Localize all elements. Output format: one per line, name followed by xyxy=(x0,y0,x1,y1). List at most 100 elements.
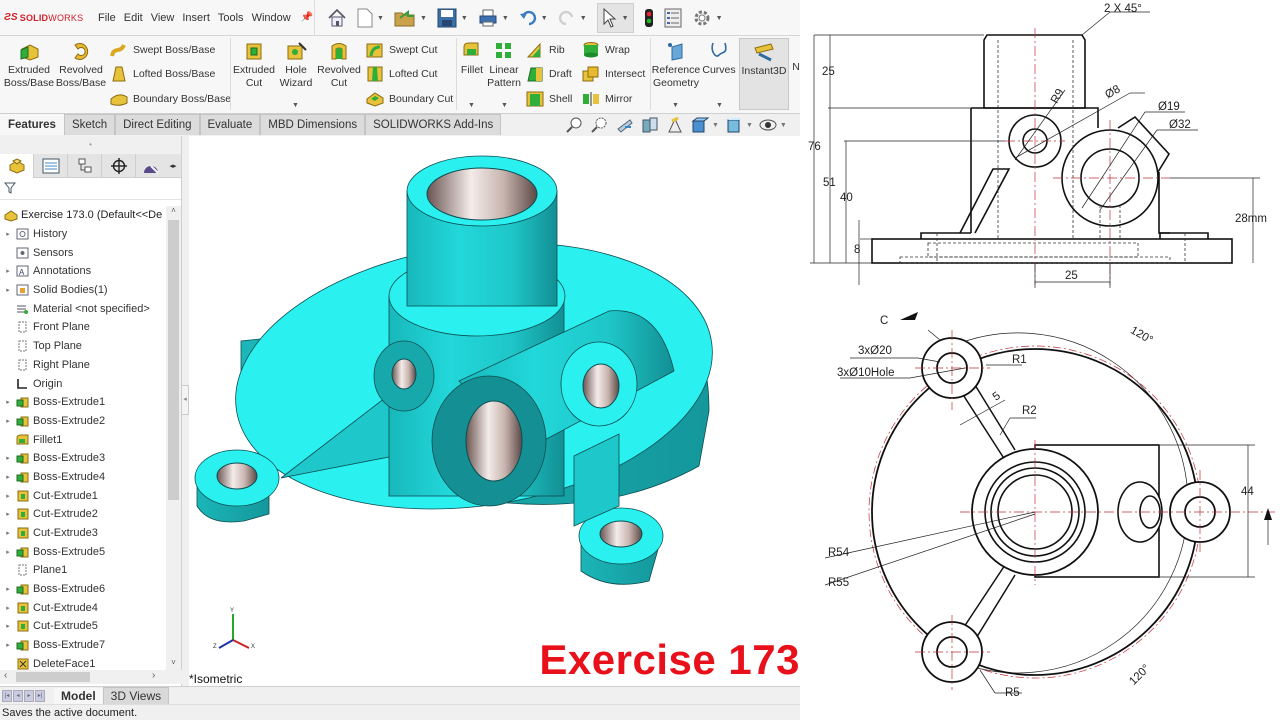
zoom-to-area-icon[interactable] xyxy=(591,117,609,133)
tab-direct-editing[interactable]: Direct Editing xyxy=(115,114,200,135)
redo-button[interactable]: ▼ xyxy=(558,9,587,27)
scroll-up-icon[interactable]: ˄ xyxy=(166,206,181,218)
redo-dropdown-icon[interactable]: ▼ xyxy=(580,15,587,22)
save-button[interactable]: ▼ xyxy=(437,8,468,28)
expand-arrow-icon[interactable]: ▸ xyxy=(0,622,16,630)
solidworks-logo[interactable]: ƧS SOLID WORKS xyxy=(4,12,84,23)
save-dropdown-icon[interactable]: ▼ xyxy=(461,15,468,22)
rib-button[interactable]: Rib xyxy=(526,40,565,60)
menu-file[interactable]: File xyxy=(98,12,116,24)
tree-item-right-plane[interactable]: Right Plane xyxy=(0,356,166,375)
print-button[interactable]: ▼ xyxy=(478,8,509,28)
hole-wizard-dropdown-icon[interactable]: ▼ xyxy=(292,102,299,109)
tab-3d-views[interactable]: 3D Views xyxy=(102,686,170,705)
pin-menu-icon[interactable]: 📌 xyxy=(301,12,313,23)
expand-arrow-icon[interactable]: ▸ xyxy=(0,473,16,481)
shell-button[interactable]: Shell xyxy=(526,89,572,109)
lofted-boss-button[interactable]: Lofted Boss/Base xyxy=(110,64,215,84)
hide-show-items-icon[interactable] xyxy=(759,117,777,133)
fillet-button[interactable]: Fillet xyxy=(458,38,486,77)
scroll-left-icon[interactable]: ‹ xyxy=(4,670,7,681)
tree-item-boss-extrude7[interactable]: ▸ Boss-Extrude7 xyxy=(0,636,166,655)
tree-item-sensors[interactable]: Sensors xyxy=(0,243,166,262)
tab-evaluate[interactable]: Evaluate xyxy=(199,114,261,135)
first-tab-icon[interactable]: |◂ xyxy=(2,689,12,702)
last-tab-icon[interactable]: ▸| xyxy=(35,689,45,702)
dimxpert-manager-tab[interactable] xyxy=(102,154,136,178)
expand-arrow-icon[interactable]: ▸ xyxy=(0,510,16,518)
configuration-manager-tab[interactable] xyxy=(68,154,102,178)
tree-vertical-scrollbar[interactable]: ˄ ˅ xyxy=(166,206,181,670)
print-dropdown-icon[interactable]: ▼ xyxy=(502,15,509,22)
menu-insert[interactable]: Insert xyxy=(182,12,210,24)
previous-view-icon[interactable] xyxy=(616,117,634,133)
tree-root-part[interactable]: Exercise 173.0 (Default<<De xyxy=(0,206,166,225)
undo-dropdown-icon[interactable]: ▼ xyxy=(541,15,548,22)
tab-sketch[interactable]: Sketch xyxy=(63,114,116,135)
expand-arrow-icon[interactable]: ▸ xyxy=(0,585,16,593)
revolved-cut-button[interactable]: Revolved Cut xyxy=(316,38,362,89)
tree-item-cut-extrude2[interactable]: ▸ Cut-Extrude2 xyxy=(0,505,166,524)
intersect-button[interactable]: Intersect xyxy=(582,64,645,84)
display-manager-tab[interactable] xyxy=(136,154,166,178)
expand-arrow-icon[interactable]: ▸ xyxy=(0,454,16,462)
tree-item-cut-extrude5[interactable]: ▸ Cut-Extrude5 xyxy=(0,617,166,636)
tree-item-history[interactable]: ▸ History xyxy=(0,225,166,244)
dynamic-annotation-icon[interactable] xyxy=(666,117,684,133)
feature-manager-tab[interactable] xyxy=(0,154,34,178)
tree-item-boss-extrude5[interactable]: ▸ Boss-Extrude5 xyxy=(0,542,166,561)
hole-wizard-button[interactable]: Hole Wizard xyxy=(276,38,316,89)
tab-features[interactable]: Features xyxy=(0,114,64,135)
part-model-3d[interactable] xyxy=(189,136,800,636)
expand-arrow-icon[interactable]: ▸ xyxy=(0,492,16,500)
tree-item-cut-extrude3[interactable]: ▸ Cut-Extrude3 xyxy=(0,524,166,543)
tree-item-annotations[interactable]: ▸ A Annotations xyxy=(0,262,166,281)
extruded-cut-button[interactable]: Extruded Cut xyxy=(232,38,276,89)
swept-boss-button[interactable]: Swept Boss/Base xyxy=(110,40,215,60)
new-document-button[interactable]: ▼ xyxy=(357,8,384,28)
panel-tab-scroll[interactable]: ◂▸ xyxy=(166,154,180,177)
tree-item-cut-extrude4[interactable]: ▸ Cut-Extrude4 xyxy=(0,598,166,617)
tree-item-plane1[interactable]: Plane1 xyxy=(0,561,166,580)
tree-item-fillet1[interactable]: Fillet1 xyxy=(0,430,166,449)
boundary-cut-button[interactable]: Boundary Cut xyxy=(366,89,453,109)
curves-dropdown-icon[interactable]: ▼ xyxy=(716,102,723,109)
open-dropdown-icon[interactable]: ▼ xyxy=(420,15,427,22)
menu-view[interactable]: View xyxy=(151,12,175,24)
instant3d-button[interactable]: Instant3D xyxy=(739,38,789,110)
reference-geometry-button[interactable]: Reference Geometry xyxy=(652,38,700,89)
view-orientation-icon[interactable] xyxy=(691,117,709,133)
hide-show-dropdown-icon[interactable]: ▼ xyxy=(780,122,787,129)
tree-item-deleteface1[interactable]: DeleteFace1 xyxy=(0,655,166,671)
undo-button[interactable]: ▼ xyxy=(519,9,548,27)
menu-edit[interactable]: Edit xyxy=(124,12,143,24)
expand-arrow-icon[interactable]: ▸ xyxy=(0,641,16,649)
linear-pattern-button[interactable]: Linear Pattern xyxy=(486,38,522,89)
scroll-right-icon[interactable]: › xyxy=(152,670,155,681)
open-button[interactable]: ▼ xyxy=(394,8,427,28)
tab-model[interactable]: Model xyxy=(54,687,103,704)
scroll-thumb[interactable] xyxy=(168,220,179,500)
file-properties-button[interactable] xyxy=(664,8,682,28)
expand-arrow-icon[interactable]: ▸ xyxy=(0,398,16,406)
reference-geometry-dropdown-icon[interactable]: ▼ xyxy=(672,102,679,109)
boundary-boss-button[interactable]: Boundary Boss/Base xyxy=(110,89,231,109)
tree-item-material-not-specified[interactable]: Material <not specified> xyxy=(0,299,166,318)
home-button[interactable] xyxy=(327,8,347,28)
options-dropdown-icon[interactable]: ▼ xyxy=(716,15,723,22)
expand-arrow-icon[interactable]: ▸ xyxy=(0,230,16,238)
tree-item-origin[interactable]: Origin xyxy=(0,374,166,393)
rebuild-button[interactable] xyxy=(644,8,654,28)
tree-item-top-plane[interactable]: Top Plane xyxy=(0,337,166,356)
next-tab-icon[interactable]: ▸ xyxy=(24,689,34,702)
display-style-dropdown-icon[interactable]: ▼ xyxy=(746,122,753,129)
section-view-icon[interactable] xyxy=(641,117,659,133)
panel-collapse-handle[interactable]: ◂ xyxy=(181,385,189,415)
hscroll-thumb[interactable] xyxy=(16,672,90,682)
tree-item-boss-extrude2[interactable]: ▸ Boss-Extrude2 xyxy=(0,412,166,431)
panel-grip[interactable]: • xyxy=(0,136,181,154)
mirror-button[interactable]: Mirror xyxy=(582,89,632,109)
linear-pattern-dropdown-icon[interactable]: ▼ xyxy=(501,102,508,109)
tree-horizontal-scrollbar[interactable]: ‹ › xyxy=(0,670,182,684)
expand-arrow-icon[interactable]: ▸ xyxy=(0,548,16,556)
